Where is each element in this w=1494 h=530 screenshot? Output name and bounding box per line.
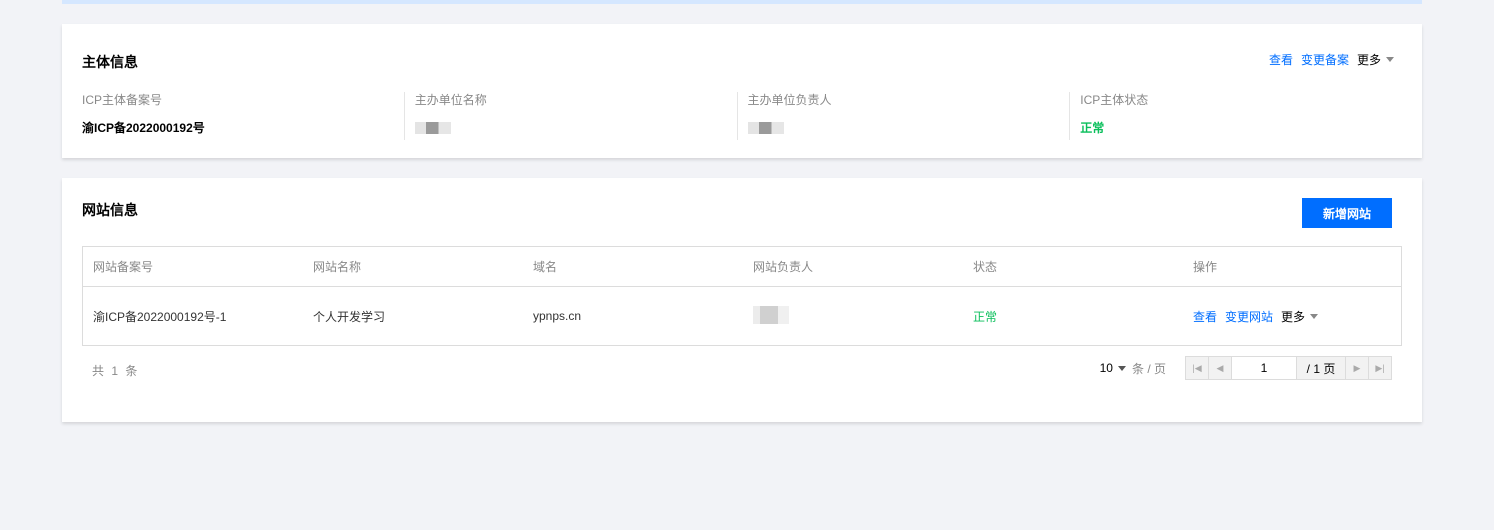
next-page-button[interactable]: ▶	[1345, 356, 1369, 380]
caret-down-icon	[1117, 365, 1126, 371]
status-value: 正常	[1080, 121, 1105, 135]
change-filing-link[interactable]: 变更备案	[1301, 51, 1349, 68]
subject-actions: 查看 变更备案 更多	[1269, 51, 1394, 68]
total-pages: / 1 页	[1296, 356, 1346, 380]
cell-owner	[743, 305, 963, 327]
site-more-dropdown[interactable]: 更多	[1281, 308, 1319, 325]
caret-down-icon	[1386, 57, 1394, 62]
field-label: 主办单位负责人	[747, 93, 832, 107]
column-header: 网站名称	[313, 260, 362, 274]
field-label: 主办单位名称	[414, 93, 487, 107]
page-size-value: 10	[1099, 361, 1113, 375]
site-info-card: 网站信息 新增网站 网站备案号 网站名称 域名 网站负责人 状态 操作 渝ICP…	[62, 178, 1422, 422]
view-subject-link[interactable]: 查看	[1269, 51, 1293, 68]
first-page-button[interactable]: |◀	[1185, 356, 1209, 380]
field-icp-subject-status: ICP主体状态 正常	[1069, 92, 1402, 140]
prev-page-icon: ◀	[1216, 362, 1224, 373]
field-icp-subject-no: ICP主体备案号 渝ICP备2022000192号	[82, 92, 404, 140]
table-row: 渝ICP备2022000192号-1 个人开发学习 ypnps.cn 正常 查看…	[83, 287, 1401, 345]
pagination: 10 条 / 页 |◀ ◀ / 1 页 ▶ ▶|	[1100, 356, 1392, 380]
view-site-link[interactable]: 查看	[1193, 308, 1217, 325]
table-header: 网站备案号 网站名称 域名 网站负责人 状态 操作	[83, 247, 1401, 287]
redacted-organizer-owner	[747, 122, 784, 134]
change-site-link[interactable]: 变更网站	[1225, 308, 1273, 325]
column-header: 状态	[973, 260, 998, 274]
column-header: 域名	[533, 260, 558, 274]
subject-more-dropdown[interactable]: 更多	[1357, 51, 1394, 68]
redacted-organizer-name	[414, 122, 451, 134]
top-banner	[62, 0, 1422, 4]
column-header: 操作	[1193, 260, 1218, 274]
field-organizer-owner: 主办单位负责人	[736, 92, 1070, 140]
more-label: 更多	[1281, 309, 1306, 324]
cell-operations: 查看 变更网站 更多	[1183, 308, 1401, 325]
next-page-icon: ▶	[1353, 362, 1361, 373]
first-page-icon: |◀	[1192, 362, 1202, 373]
subject-info-card: 主体信息 查看 变更备案 更多 ICP主体备案号 渝ICP备2022000192…	[62, 24, 1422, 158]
cell-site-name: 个人开发学习	[313, 309, 386, 324]
page-number-input[interactable]	[1231, 356, 1297, 380]
field-label: ICP主体状态	[1080, 93, 1149, 107]
more-label: 更多	[1356, 53, 1381, 67]
last-page-icon: ▶|	[1375, 362, 1385, 373]
page-size-select[interactable]: 10	[1100, 361, 1126, 375]
site-info-title: 网站信息	[82, 202, 138, 218]
cell-record-no: 渝ICP备2022000192号-1	[93, 309, 227, 324]
field-label: ICP主体备案号	[82, 93, 163, 107]
total-count: 共 1 条	[92, 364, 140, 378]
page-size-unit: 条 / 页	[1131, 361, 1166, 376]
column-header: 网站备案号	[93, 260, 154, 274]
add-website-button[interactable]: 新增网站	[1302, 198, 1392, 228]
cell-domain: ypnps.cn	[533, 309, 582, 323]
cell-status: 正常	[973, 309, 998, 324]
field-organizer-name: 主办单位名称	[403, 92, 737, 140]
last-page-button[interactable]: ▶|	[1368, 356, 1392, 380]
field-value: 渝ICP备2022000192号	[82, 121, 205, 135]
subject-info-grid: ICP主体备案号 渝ICP备2022000192号 主办单位名称 主办单位负责人…	[82, 92, 1402, 140]
site-table: 网站备案号 网站名称 域名 网站负责人 状态 操作 渝ICP备202200019…	[82, 246, 1402, 346]
redacted-site-owner	[753, 305, 789, 324]
column-header: 网站负责人	[753, 260, 814, 274]
prev-page-button[interactable]: ◀	[1208, 356, 1232, 380]
subject-info-title: 主体信息	[82, 54, 138, 70]
caret-down-icon	[1310, 313, 1319, 319]
